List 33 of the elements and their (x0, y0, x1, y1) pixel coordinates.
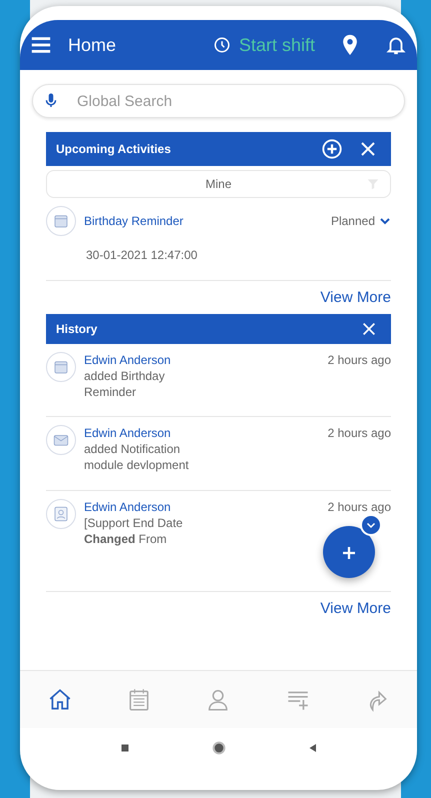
user-name[interactable]: Edwin Anderson (84, 425, 328, 442)
add-fab-button[interactable] (323, 526, 375, 578)
close-icon (359, 140, 377, 158)
status-dropdown[interactable]: Planned (330, 214, 391, 228)
history-text: [Support End Date Changed From (84, 514, 184, 548)
history-text: added Notification module devlopment (84, 441, 190, 474)
view-more-link[interactable]: View More (320, 598, 391, 621)
section-title: History (56, 320, 98, 338)
close-icon (361, 320, 377, 336)
activity-datetime: 30-01-2021 12:47:00 (86, 247, 198, 264)
clock-icon (212, 36, 231, 54)
view-more-link[interactable]: View More (320, 287, 391, 310)
square-icon (118, 742, 130, 754)
circle-icon (210, 740, 226, 756)
plus-circle-icon (321, 138, 343, 160)
search-field[interactable]: Global Search (32, 84, 405, 118)
history-text: added Birthday Reminder (84, 368, 166, 400)
menu-icon (30, 34, 52, 56)
menu-button[interactable] (30, 34, 52, 56)
timestamp: 2 hours ago (328, 498, 391, 515)
screen-title: Home (68, 34, 116, 56)
close-button[interactable] (361, 320, 377, 336)
user-name[interactable]: Edwin Anderson (84, 352, 328, 368)
section-title: Upcoming Activities (56, 141, 172, 158)
home-icon (46, 686, 73, 712)
user-name[interactable]: Edwin Anderson (84, 498, 328, 515)
add-button[interactable] (321, 138, 343, 160)
timestamp: 2 hours ago (328, 425, 391, 442)
filter-dropdown[interactable]: Mine (46, 170, 391, 198)
activity-title[interactable]: Birthday Reminder (84, 212, 331, 230)
contact-card-icon (52, 504, 70, 523)
timestamp: 2 hours ago (328, 352, 391, 368)
close-button[interactable] (359, 140, 377, 158)
